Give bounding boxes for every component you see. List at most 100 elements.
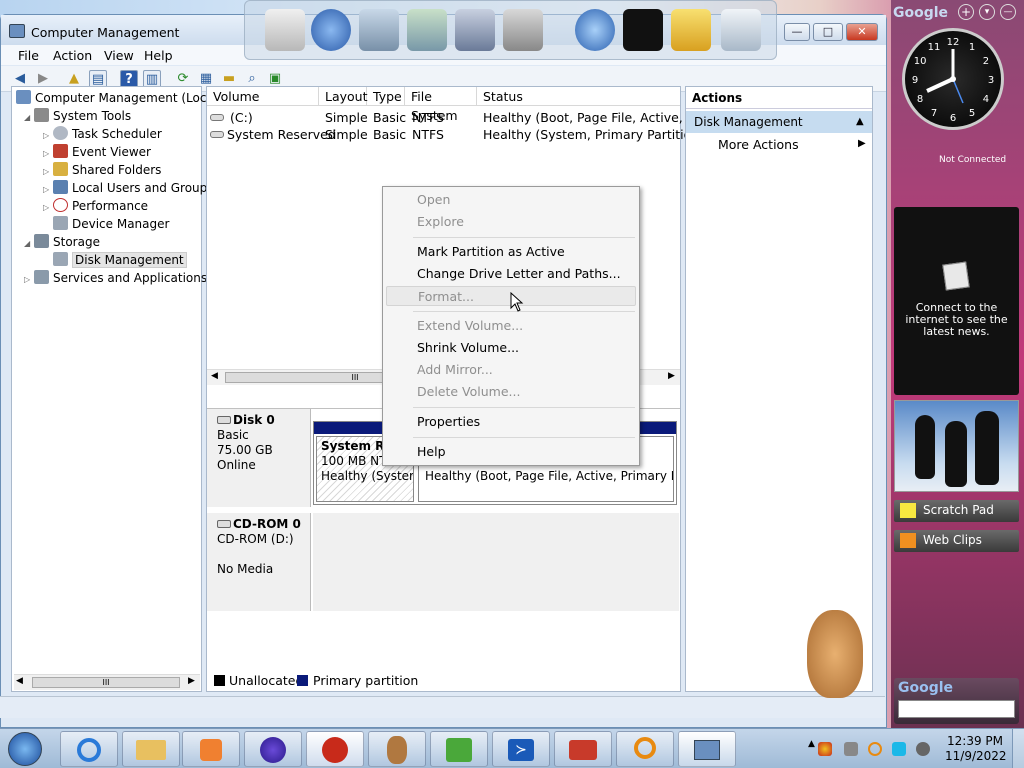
taskbar-time: 12:39 PM [947, 734, 1003, 748]
tree-node-shared-folders[interactable]: ▷ Shared Folders [16, 161, 201, 179]
menu-help[interactable]: Help [144, 48, 173, 63]
taskbar-computer-management[interactable] [678, 731, 736, 767]
menu-item-open[interactable]: Open [386, 190, 636, 210]
recycle-bin-icon[interactable] [721, 9, 761, 51]
taskbar-explorer[interactable] [122, 731, 180, 767]
clock-number: 4 [983, 94, 989, 105]
menu-item-add-mirror[interactable]: Add Mirror... [386, 360, 636, 380]
table-row[interactable]: System Reserved Simple Basic NTFS Health… [207, 126, 704, 143]
google-logo: Google [898, 680, 954, 696]
news-gadget[interactable]: Connect to the internet to see the lates… [894, 207, 1019, 395]
menu-item-shrink[interactable]: Shrink Volume... [386, 338, 636, 358]
start-button[interactable] [8, 732, 42, 766]
more-actions[interactable]: More Actions [718, 137, 799, 152]
maximize-button[interactable]: □ [813, 23, 843, 41]
scroll-left-icon[interactable]: ◀ [211, 371, 218, 381]
menu-item-extend[interactable]: Extend Volume... [386, 316, 636, 336]
clock-gadget[interactable]: 12 1 2 3 4 5 6 7 8 9 10 11 [902, 28, 1004, 130]
menu-file[interactable]: File [18, 48, 39, 63]
chrome-tray-icon[interactable] [818, 742, 832, 756]
tree-node-local-users[interactable]: ▷ Local Users and Groups [16, 179, 214, 197]
cdrom-0-info[interactable]: CD-ROM 0 CD-ROM (D:) No Media [207, 513, 311, 611]
tree-node-disk-management[interactable]: Disk Management [16, 251, 201, 269]
tools-icon[interactable] [503, 9, 543, 51]
taskbar-hamster[interactable] [368, 731, 426, 767]
menu-separator [413, 237, 635, 238]
column-status[interactable]: Status [477, 87, 680, 106]
folder-music-icon[interactable] [407, 9, 447, 51]
collapse-icon[interactable]: ◢ [24, 109, 34, 127]
menu-separator [413, 311, 635, 312]
control-panel-icon[interactable] [671, 9, 711, 51]
menu-action[interactable]: Action [53, 48, 92, 63]
menu-item-delete[interactable]: Delete Volume... [386, 382, 636, 402]
tshirt-icon[interactable] [623, 9, 663, 51]
scroll-right-icon[interactable]: ▶ [188, 676, 195, 686]
tree-node-storage[interactable]: ◢ Storage [16, 233, 201, 251]
tree-node-device-manager[interactable]: Device Manager [16, 215, 201, 233]
taskbar-media-player[interactable] [182, 731, 240, 767]
slideshow-gadget[interactable] [894, 400, 1019, 492]
scroll-thumb[interactable]: III [32, 677, 180, 688]
tree-node-computer-management[interactable]: Computer Management (Local [16, 89, 217, 107]
taskbar-clock[interactable]: 12:39 PM 11/9/2022 [945, 734, 1007, 764]
menu-item-explore[interactable]: Explore [386, 212, 636, 232]
show-desktop-button[interactable] [1012, 729, 1024, 768]
add-gadget-icon[interactable]: + [958, 4, 974, 20]
scroll-right-icon[interactable]: ▶ [668, 371, 675, 381]
menu-view[interactable]: View [104, 48, 134, 63]
folder-documents-icon[interactable] [359, 9, 399, 51]
collapse-icon[interactable]: ◢ [24, 235, 34, 253]
google-search-input[interactable] [898, 700, 1015, 718]
taskbar-internet-explorer[interactable] [60, 731, 118, 767]
taskbar-powershell[interactable]: ≻ [492, 731, 550, 767]
taskbar-angry-birds[interactable] [306, 731, 364, 767]
tree-node-event-viewer[interactable]: ▷ Event Viewer [16, 143, 201, 161]
search-tray-icon[interactable] [868, 742, 882, 756]
column-volume[interactable]: Volume [207, 87, 319, 106]
minimize-sidebar-icon[interactable]: — [1000, 4, 1016, 20]
column-layout[interactable]: Layout [319, 87, 368, 106]
tree-node-performance[interactable]: ▷ Performance [16, 197, 201, 215]
volume-tray-icon[interactable] [916, 742, 930, 756]
penguin-image [945, 421, 967, 487]
table-row[interactable]: (C:) Simple Basic NTFS Healthy (Boot, Pa… [207, 109, 715, 126]
web-clips-gadget[interactable]: Web Clips [894, 530, 1019, 552]
menu-item-mark-active[interactable]: Mark Partition as Active [386, 242, 636, 262]
scroll-left-icon[interactable]: ◀ [16, 676, 23, 686]
storage-icon [34, 234, 49, 248]
performance-icon [53, 198, 68, 212]
taskbar-toolbox[interactable] [554, 731, 612, 767]
options-icon[interactable]: ▾ [979, 4, 995, 20]
menu-item-help[interactable]: Help [386, 442, 636, 462]
column-type[interactable]: Type [367, 87, 405, 106]
menu-item-properties[interactable]: Properties [386, 412, 636, 432]
disk-0-info[interactable]: Disk 0 Basic 75.00 GB Online [207, 409, 311, 507]
expand-icon[interactable]: ▷ [43, 199, 53, 217]
taskbar-firefox[interactable] [244, 731, 302, 767]
tray-expand-icon[interactable]: ▲ [808, 739, 815, 749]
minimize-button[interactable]: — [784, 23, 810, 41]
display-tray-icon[interactable] [892, 742, 906, 756]
actions-section-disk-management[interactable]: Disk Management ▲ [686, 111, 872, 133]
taskbar-search[interactable] [616, 731, 674, 767]
collapse-arrow-icon[interactable]: ▲ [856, 111, 864, 133]
tree-horizontal-scrollbar[interactable]: ◀ III ▶ [14, 674, 200, 690]
network-globe-icon[interactable] [311, 9, 351, 51]
menu-separator [413, 437, 635, 438]
network-tray-icon[interactable] [844, 742, 858, 756]
clock-number: 12 [947, 37, 960, 48]
hour-hand [926, 77, 954, 93]
tree-node-services[interactable]: ▷ Services and Applications [16, 269, 207, 289]
scratch-pad-gadget[interactable]: Scratch Pad [894, 500, 1019, 522]
column-file-system[interactable]: File System [405, 87, 477, 123]
tree-node-system-tools[interactable]: ◢ System Tools [16, 107, 201, 125]
internet-globe-icon[interactable] [575, 9, 615, 51]
folder-pictures-icon[interactable] [455, 9, 495, 51]
taskbar-action-center[interactable] [430, 731, 488, 767]
menu-item-change-drive-letter[interactable]: Change Drive Letter and Paths... [386, 264, 636, 284]
close-button[interactable]: ✕ [846, 23, 878, 41]
expand-icon[interactable]: ▷ [24, 271, 34, 289]
documents-icon[interactable] [265, 9, 305, 51]
tree-node-task-scheduler[interactable]: ▷ Task Scheduler [16, 125, 201, 143]
